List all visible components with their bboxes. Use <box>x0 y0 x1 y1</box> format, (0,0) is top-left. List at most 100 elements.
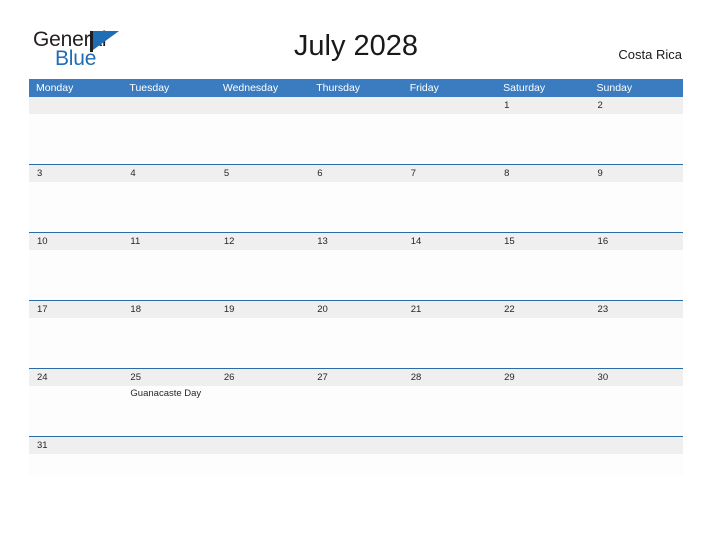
week-daynumber-band: 10 11 12 13 14 15 16 <box>29 233 683 250</box>
day-number[interactable]: 13 <box>309 233 402 250</box>
day-cell[interactable] <box>590 250 683 300</box>
week-daynumber-band: 1 2 <box>29 97 683 114</box>
day-cell[interactable] <box>496 386 589 436</box>
day-cell[interactable] <box>216 182 309 232</box>
day-number[interactable]: 17 <box>29 301 122 318</box>
day-cell[interactable] <box>216 250 309 300</box>
day-number[interactable]: 29 <box>496 369 589 386</box>
weekday-header-row: Monday Tuesday Wednesday Thursday Friday… <box>29 79 683 97</box>
day-number[interactable]: 31 <box>29 437 122 454</box>
day-number[interactable]: 19 <box>216 301 309 318</box>
day-cell[interactable] <box>590 182 683 232</box>
day-number[interactable]: 8 <box>496 165 589 182</box>
day-number[interactable]: 24 <box>29 369 122 386</box>
day-number[interactable]: 14 <box>403 233 496 250</box>
day-cell[interactable] <box>403 182 496 232</box>
day-cell[interactable] <box>403 114 496 164</box>
day-number[interactable] <box>216 97 309 114</box>
day-cell[interactable] <box>403 250 496 300</box>
day-number[interactable]: 7 <box>403 165 496 182</box>
day-number[interactable]: 20 <box>309 301 402 318</box>
day-cell[interactable] <box>496 250 589 300</box>
day-number[interactable] <box>122 437 215 454</box>
day-cell[interactable] <box>403 454 496 476</box>
day-number[interactable]: 25 <box>122 369 215 386</box>
day-number[interactable]: 26 <box>216 369 309 386</box>
day-number[interactable]: 15 <box>496 233 589 250</box>
week-event-band <box>29 318 683 368</box>
day-number[interactable]: 12 <box>216 233 309 250</box>
day-number[interactable] <box>590 437 683 454</box>
day-cell[interactable] <box>309 182 402 232</box>
week-daynumber-band: 31 <box>29 437 683 454</box>
day-cell[interactable] <box>496 318 589 368</box>
day-cell[interactable] <box>403 318 496 368</box>
day-cell[interactable] <box>309 114 402 164</box>
day-number[interactable] <box>496 437 589 454</box>
day-number[interactable]: 21 <box>403 301 496 318</box>
day-number[interactable]: 4 <box>122 165 215 182</box>
day-cell[interactable] <box>122 182 215 232</box>
week-row: 24 25 26 27 28 29 30 Guanacaste Day <box>29 368 683 436</box>
day-cell[interactable] <box>403 386 496 436</box>
day-number[interactable]: 23 <box>590 301 683 318</box>
day-number[interactable]: 16 <box>590 233 683 250</box>
weekday-header-tuesday: Tuesday <box>129 82 170 94</box>
day-number[interactable]: 18 <box>122 301 215 318</box>
day-cell[interactable] <box>122 250 215 300</box>
day-cell[interactable] <box>29 182 122 232</box>
week-row: 10 11 12 13 14 15 16 <box>29 232 683 300</box>
day-cell[interactable] <box>309 454 402 476</box>
page-header: General Blue July 2028 Costa Rica <box>0 0 712 76</box>
day-number[interactable]: 30 <box>590 369 683 386</box>
day-number[interactable]: 11 <box>122 233 215 250</box>
day-number[interactable] <box>216 437 309 454</box>
day-number[interactable]: 1 <box>496 97 589 114</box>
day-cell[interactable] <box>29 454 122 476</box>
day-cell[interactable] <box>309 318 402 368</box>
day-number[interactable] <box>403 97 496 114</box>
day-cell[interactable] <box>216 386 309 436</box>
calendar-grid: Monday Tuesday Wednesday Thursday Friday… <box>29 79 683 476</box>
day-cell[interactable] <box>590 386 683 436</box>
day-cell[interactable] <box>29 250 122 300</box>
day-number[interactable]: 22 <box>496 301 589 318</box>
day-number[interactable]: 27 <box>309 369 402 386</box>
day-number[interactable] <box>122 97 215 114</box>
day-number[interactable]: 6 <box>309 165 402 182</box>
weekday-header-friday: Friday <box>409 82 439 94</box>
day-number[interactable] <box>309 437 402 454</box>
day-cell[interactable] <box>590 454 683 476</box>
holiday-label: Guanacaste Day <box>130 388 202 399</box>
day-number[interactable]: 9 <box>590 165 683 182</box>
day-cell[interactable]: Guanacaste Day <box>122 386 215 436</box>
day-cell[interactable] <box>29 114 122 164</box>
day-cell[interactable] <box>29 318 122 368</box>
day-number[interactable]: 28 <box>403 369 496 386</box>
day-number[interactable] <box>29 97 122 114</box>
day-cell[interactable] <box>590 318 683 368</box>
day-number[interactable]: 2 <box>590 97 683 114</box>
day-cell[interactable] <box>496 454 589 476</box>
day-number[interactable]: 5 <box>216 165 309 182</box>
day-cell[interactable] <box>496 114 589 164</box>
day-number[interactable] <box>403 437 496 454</box>
day-cell[interactable] <box>216 114 309 164</box>
day-number[interactable] <box>309 97 402 114</box>
day-cell[interactable] <box>122 318 215 368</box>
day-cell[interactable] <box>309 386 402 436</box>
day-cell[interactable] <box>216 454 309 476</box>
day-cell[interactable] <box>496 182 589 232</box>
weekday-header-saturday: Saturday <box>503 82 546 94</box>
day-cell[interactable] <box>122 114 215 164</box>
day-number[interactable]: 10 <box>29 233 122 250</box>
weekday-header-sunday: Sunday <box>596 82 633 94</box>
week-event-band <box>29 114 683 164</box>
day-cell[interactable] <box>309 250 402 300</box>
day-cell[interactable] <box>29 386 122 436</box>
week-daynumber-band: 3 4 5 6 7 8 9 <box>29 165 683 182</box>
day-number[interactable]: 3 <box>29 165 122 182</box>
day-cell[interactable] <box>216 318 309 368</box>
day-cell[interactable] <box>590 114 683 164</box>
day-cell[interactable] <box>122 454 215 476</box>
